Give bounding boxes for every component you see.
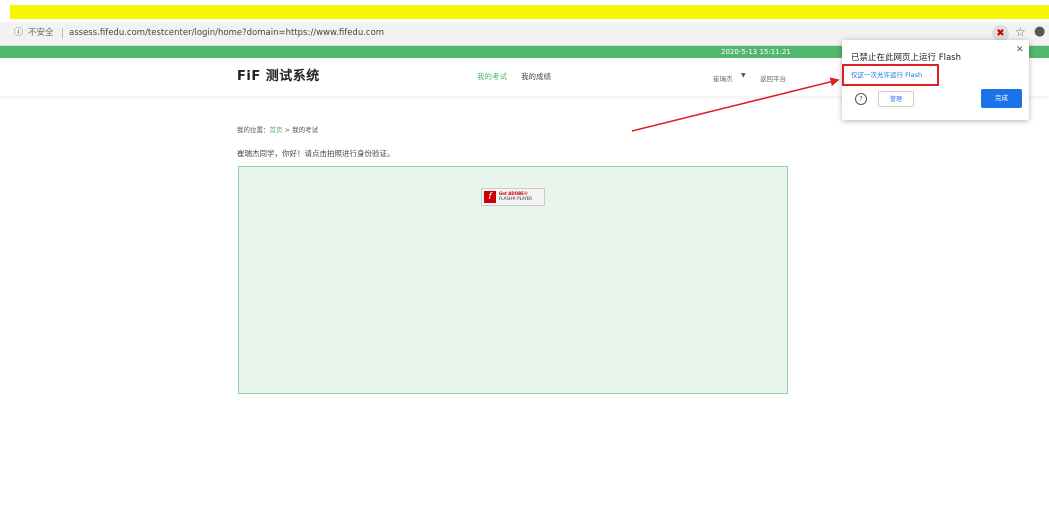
breadcrumb-home[interactable]: 首页: [270, 126, 283, 134]
flash-logo-icon: f: [484, 191, 496, 203]
done-button[interactable]: 完成: [981, 89, 1022, 108]
flash-content-area[interactable]: f Get ADOBE® FLASH® PLAYER: [238, 166, 788, 394]
breadcrumb-current: 我的考试: [292, 126, 319, 134]
popup-title: 已禁止在此网页上运行 Flash: [851, 53, 961, 63]
dropdown-icon[interactable]: ▼: [741, 72, 746, 79]
account-icon[interactable]: ●: [1034, 24, 1045, 39]
back-to-platform-link[interactable]: 返回平台: [760, 73, 786, 83]
annotation-highlight-box: [842, 64, 939, 86]
flash-badge-line2: FLASH® PLAYER: [499, 196, 533, 201]
greeting-message: 崔瑞杰同学，你好！请点击拍照进行身份验证。: [237, 149, 395, 158]
url-separator: [62, 28, 63, 39]
yellow-highlight-bar: [10, 5, 1049, 19]
datetime-display: 2020-5-13 15:11:21: [721, 48, 791, 56]
help-icon[interactable]: ?: [855, 93, 867, 105]
nav-my-exams[interactable]: 我的考试: [477, 71, 507, 82]
insecure-label[interactable]: 不安全: [28, 25, 54, 42]
star-icon[interactable]: ☆: [1015, 25, 1026, 39]
nav-my-scores[interactable]: 我的成绩: [521, 71, 551, 82]
get-flash-player-badge[interactable]: f Get ADOBE® FLASH® PLAYER: [481, 188, 545, 206]
close-icon[interactable]: ✕: [1016, 45, 1024, 55]
breadcrumb-prefix: 我的位置：: [237, 126, 270, 134]
breadcrumb: 我的位置：首页 > 我的考试: [237, 124, 318, 134]
url-text[interactable]: assess.fifedu.com/testcenter/login/home?…: [69, 25, 384, 42]
manage-button[interactable]: 管理: [878, 91, 914, 107]
info-icon[interactable]: ⓘ: [14, 25, 23, 42]
user-name[interactable]: 崔瑞杰: [713, 73, 733, 83]
url-box[interactable]: ⓘ 不安全 assess.fifedu.com/testcenter/login…: [6, 25, 984, 42]
breadcrumb-separator: >: [282, 126, 293, 134]
site-logo[interactable]: FiF 测试系统: [237, 65, 320, 84]
flash-badge-text: Get ADOBE® FLASH® PLAYER: [499, 191, 532, 201]
